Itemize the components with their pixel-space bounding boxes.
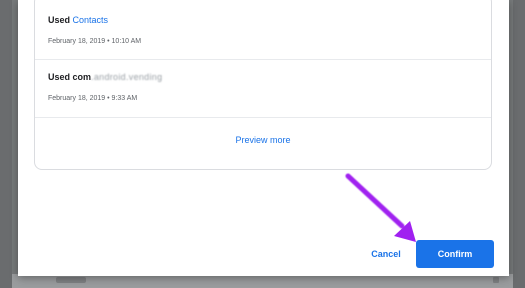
preview-more-link[interactable]: Preview more <box>35 135 491 145</box>
activity-timestamp: February 18, 2019 • 10:10 AM <box>48 38 142 45</box>
backdrop-right <box>513 0 525 288</box>
activity-app-link[interactable]: Contacts <box>73 15 109 25</box>
activity-prefix: Used <box>48 72 71 82</box>
activity-app-obscured: .android.vending <box>91 72 163 82</box>
divider <box>35 59 491 60</box>
background-icon <box>493 277 499 283</box>
activity-item: Used com.android.vending February 18, 20… <box>48 70 478 104</box>
cancel-button[interactable]: Cancel <box>364 242 408 266</box>
activity-prefix: Used <box>48 15 71 25</box>
background-strip <box>12 274 513 288</box>
background-text <box>56 277 86 283</box>
activity-timestamp: February 18, 2019 • 9:33 AM <box>48 95 138 102</box>
activity-item: Used Contacts February 18, 2019 • 10:10 … <box>48 13 478 47</box>
confirm-dialog: Used Contacts February 18, 2019 • 10:10 … <box>18 0 509 276</box>
activity-card: Used Contacts February 18, 2019 • 10:10 … <box>34 0 492 170</box>
activity-title: Used Contacts <box>48 13 478 27</box>
confirm-button[interactable]: Confirm <box>416 240 494 268</box>
divider <box>35 117 491 118</box>
backdrop-left <box>0 0 12 288</box>
activity-app-partial: com <box>72 72 92 82</box>
activity-title: Used com.android.vending <box>48 70 478 84</box>
